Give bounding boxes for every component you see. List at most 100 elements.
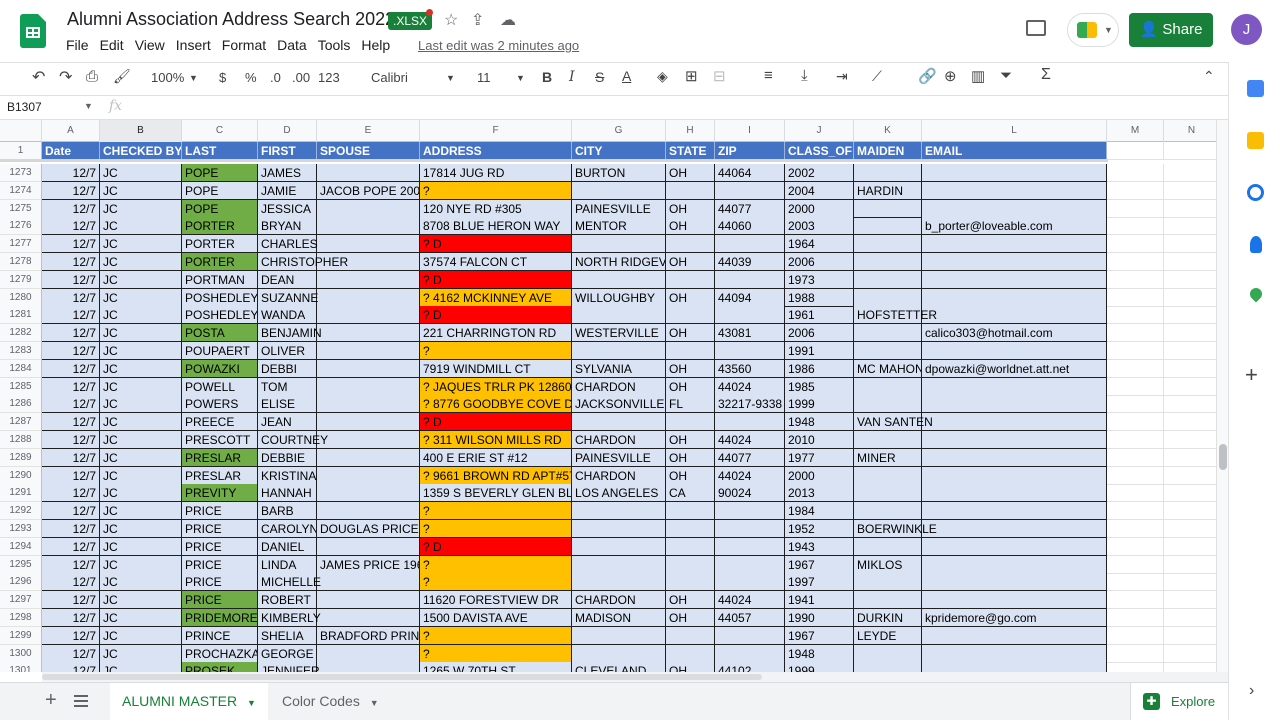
cell-class-of[interactable]: 2013: [785, 484, 854, 502]
row-number[interactable]: 1289: [0, 449, 42, 467]
cell-class-of[interactable]: 2003: [785, 217, 854, 235]
cell-state[interactable]: OH: [666, 662, 715, 672]
currency-button[interactable]: $: [219, 70, 226, 85]
row-number[interactable]: 1298: [0, 609, 42, 627]
text-wrap-icon[interactable]: ⇥: [836, 68, 848, 85]
column-header-i[interactable]: I: [715, 120, 785, 142]
cell-date[interactable]: 12/7: [42, 520, 100, 538]
cell-city[interactable]: NORTH RIDGEVILLE: [572, 253, 666, 271]
cell-last[interactable]: PRESCOTT: [182, 431, 258, 449]
cell-maiden[interactable]: [854, 645, 922, 663]
empty-cell[interactable]: [1164, 378, 1220, 396]
cell-first[interactable]: ELISE: [258, 395, 317, 413]
cell-email[interactable]: [922, 378, 1107, 396]
empty-cell[interactable]: [1164, 271, 1220, 289]
cell-date[interactable]: 12/7: [42, 484, 100, 502]
cell-date[interactable]: 12/7: [42, 378, 100, 396]
cell-first[interactable]: WANDA: [258, 306, 317, 324]
cell-class-of[interactable]: 1990: [785, 609, 854, 627]
cell-first[interactable]: JENNIFER: [258, 662, 320, 672]
cell-state[interactable]: OH: [666, 217, 715, 235]
cell-zip[interactable]: 44060: [715, 217, 785, 235]
cell-last[interactable]: POSHEDLEY: [182, 289, 258, 307]
insert-link-icon[interactable]: 🔗: [918, 67, 937, 85]
column-header-b[interactable]: B: [100, 120, 182, 142]
empty-cell[interactable]: [1164, 142, 1220, 160]
row-number[interactable]: 1: [0, 142, 42, 160]
cell-address[interactable]: ? D: [420, 538, 572, 556]
cell-date[interactable]: 12/7: [42, 609, 100, 627]
cell-last[interactable]: PRESLAR: [182, 449, 258, 467]
menu-item-edit[interactable]: Edit: [100, 37, 124, 53]
cell-spouse[interactable]: DOUGLAS PRICE 1: [317, 520, 420, 538]
row-number[interactable]: 1284: [0, 360, 42, 378]
empty-cell[interactable]: [1107, 431, 1164, 449]
cell-spouse[interactable]: [317, 289, 420, 307]
cell-maiden[interactable]: [854, 484, 922, 502]
menu-item-tools[interactable]: Tools: [318, 37, 351, 53]
cell-checked-by[interactable]: JC: [100, 645, 182, 663]
cell-address[interactable]: ? 8776 GOODBYE COVE DR: [420, 395, 572, 413]
cell-first[interactable]: TOM: [258, 378, 317, 396]
cell-state[interactable]: [666, 342, 715, 360]
align-vertical-icon[interactable]: ⤓: [801, 67, 808, 84]
empty-cell[interactable]: [1107, 645, 1164, 663]
cell-email[interactable]: [922, 306, 1107, 324]
empty-cell[interactable]: [1164, 556, 1220, 574]
column-header-g[interactable]: G: [572, 120, 666, 142]
cell-state[interactable]: [666, 627, 715, 645]
cell-state[interactable]: OH: [666, 591, 715, 609]
cell-state[interactable]: [666, 573, 715, 591]
row-number[interactable]: 1301: [0, 662, 42, 672]
cell-checked-by[interactable]: JC: [100, 360, 182, 378]
empty-cell[interactable]: [1107, 235, 1164, 253]
cell-state[interactable]: OH: [666, 360, 715, 378]
cell-state[interactable]: OH: [666, 609, 715, 627]
cell-maiden[interactable]: [854, 289, 922, 307]
row-number[interactable]: 1280: [0, 289, 42, 307]
cell-address[interactable]: ?: [420, 342, 572, 360]
cell-date[interactable]: 12/7: [42, 591, 100, 609]
column-header-c[interactable]: C: [182, 120, 258, 142]
cell-address[interactable]: ?: [420, 502, 572, 520]
font-size-select[interactable]: 11: [477, 70, 491, 85]
cell-spouse[interactable]: [317, 395, 420, 413]
cell-email[interactable]: [922, 502, 1107, 520]
empty-cell[interactable]: [1164, 324, 1220, 342]
tasks-icon[interactable]: [1247, 184, 1264, 201]
column-header-n[interactable]: N: [1164, 120, 1220, 142]
empty-cell[interactable]: [1164, 520, 1220, 538]
row-number[interactable]: 1297: [0, 591, 42, 609]
cell-email[interactable]: [922, 591, 1107, 609]
cell-first[interactable]: BRYAN: [258, 217, 317, 235]
cell-first[interactable]: CHARLES: [258, 235, 318, 253]
cell-first[interactable]: KRISTINA: [258, 467, 317, 485]
empty-cell[interactable]: [1164, 484, 1220, 502]
cell-first[interactable]: OLIVER: [258, 342, 317, 360]
cell-zip[interactable]: [715, 342, 785, 360]
cell-email[interactable]: [922, 645, 1107, 663]
menu-item-format[interactable]: Format: [222, 37, 266, 53]
strikethrough-button[interactable]: S: [595, 69, 604, 85]
cell-checked-by[interactable]: JC: [100, 609, 182, 627]
empty-cell[interactable]: [1107, 253, 1164, 271]
cell-zip[interactable]: 44077: [715, 449, 785, 467]
cell-city[interactable]: CHARDON: [572, 431, 666, 449]
cell-first[interactable]: DEAN: [258, 271, 317, 289]
bold-button[interactable]: B: [542, 69, 552, 85]
cell-state[interactable]: OH: [666, 324, 715, 342]
cell-first[interactable]: SHELIA: [258, 627, 317, 645]
cell-first[interactable]: COURTNEY: [258, 431, 328, 449]
cell-date[interactable]: 12/7: [42, 164, 100, 182]
cell-last[interactable]: PRICE: [182, 502, 258, 520]
empty-cell[interactable]: [1164, 253, 1220, 271]
cell-last[interactable]: PRESLAR: [182, 467, 258, 485]
cell-zip[interactable]: 44024: [715, 591, 785, 609]
cell-maiden[interactable]: HOFSTETTER: [854, 306, 937, 324]
cell-maiden[interactable]: [854, 200, 922, 218]
cell-address[interactable]: 8708 BLUE HERON WAY: [420, 217, 572, 235]
header-cell-city[interactable]: CITY: [572, 142, 666, 160]
row-number[interactable]: 1274: [0, 182, 42, 200]
cell-class-of[interactable]: 1988: [785, 289, 854, 307]
spreadsheet-grid[interactable]: ABCDEFGHIJKLMN 1 Date CHECKED BY LAST FIRST S…: [0, 120, 1228, 672]
